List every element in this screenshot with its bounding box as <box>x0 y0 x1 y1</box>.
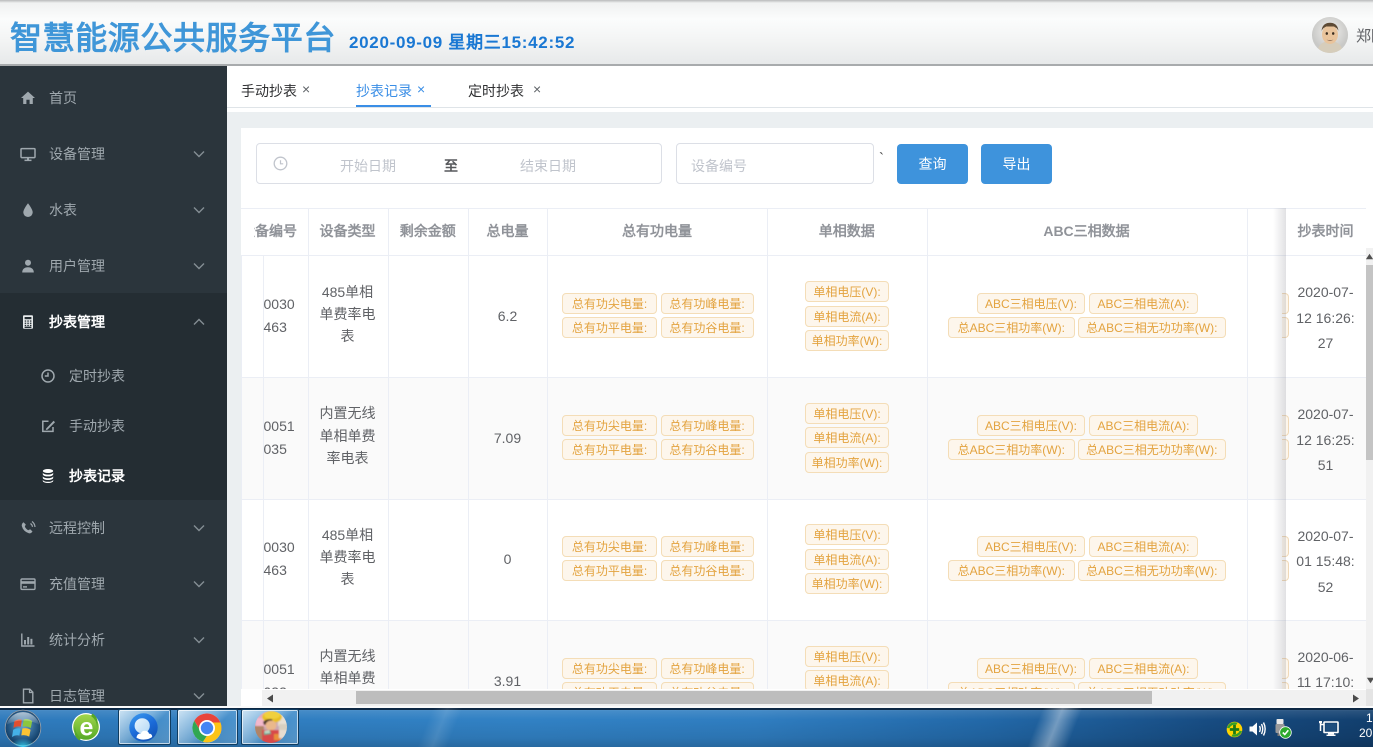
svg-text:e: e <box>80 714 94 742</box>
